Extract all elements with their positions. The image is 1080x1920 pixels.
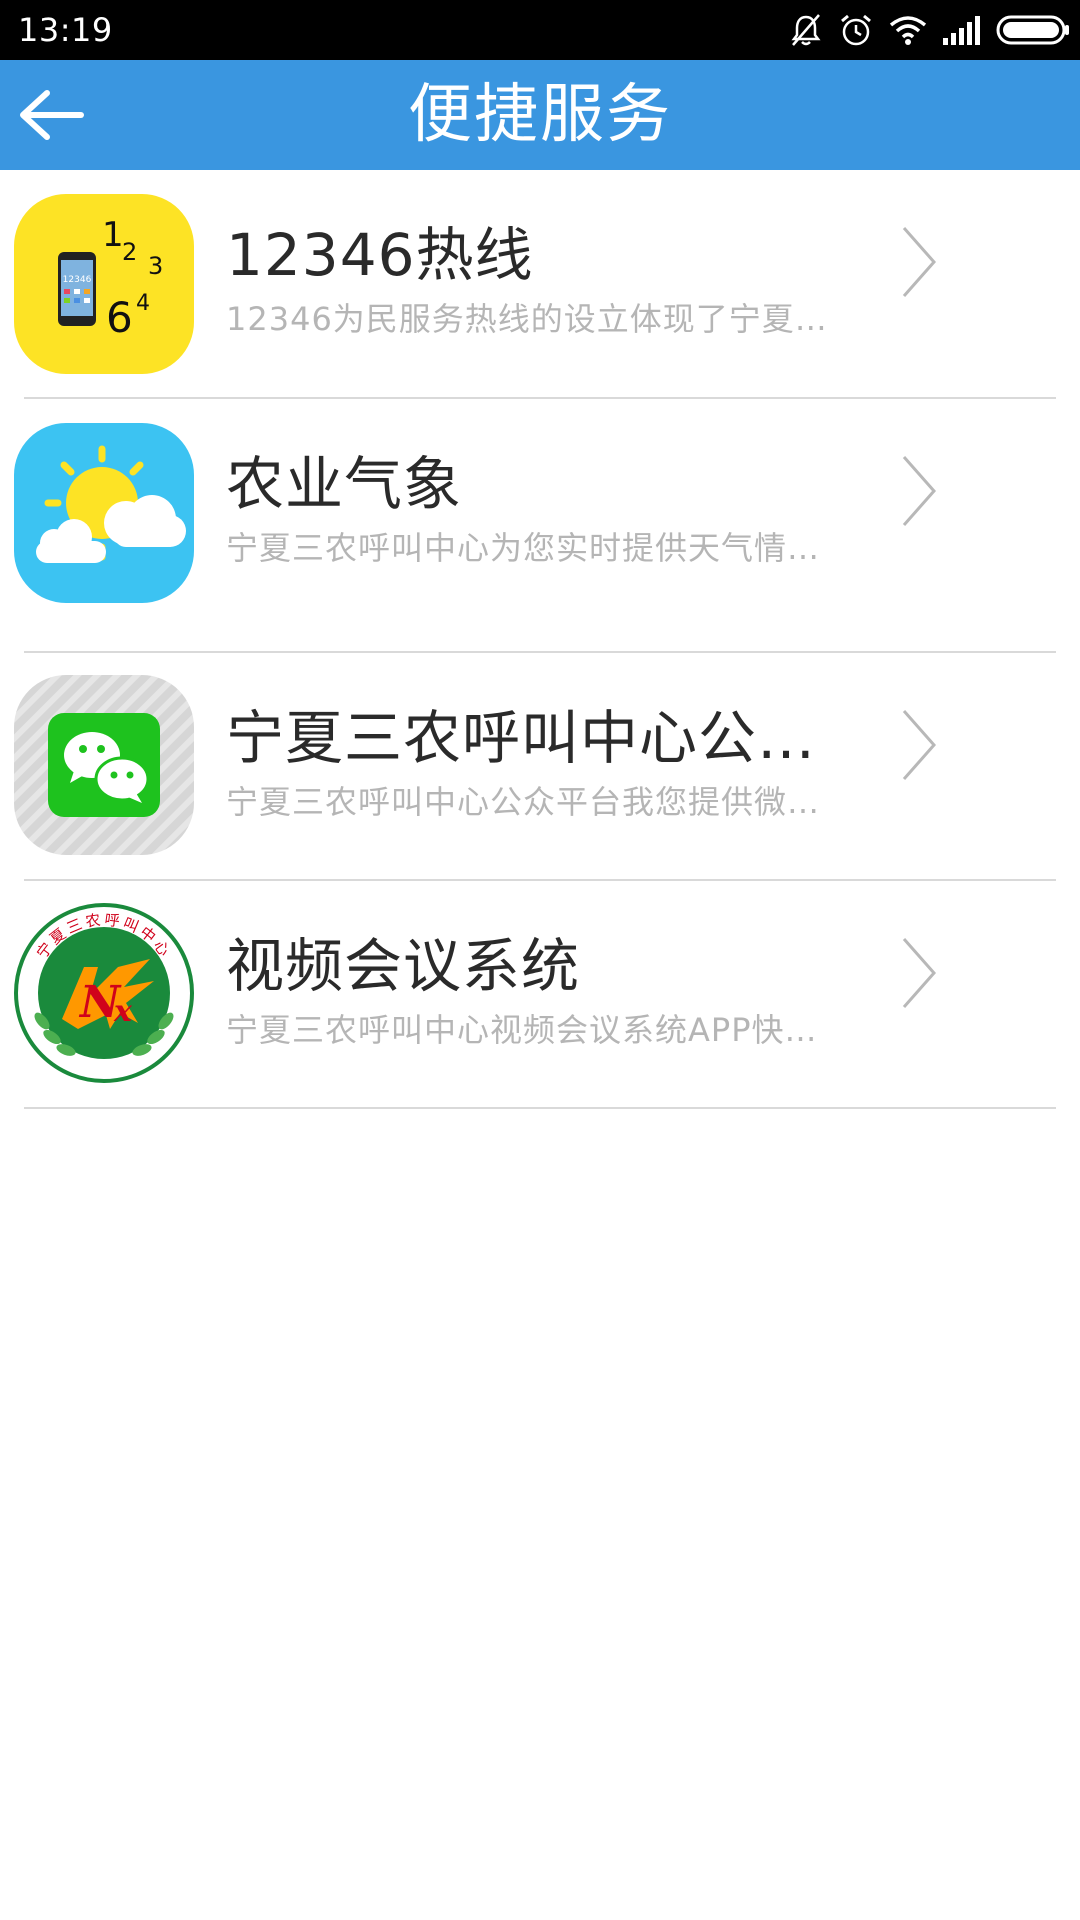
hotline-12346-icon: 12346 1 2 3 6 4 xyxy=(14,194,194,374)
list-item-hotline[interactable]: 12346 1 2 3 6 4 12346热线 12346为民服务热线的设立体现… xyxy=(0,170,1080,398)
svg-text:6: 6 xyxy=(106,293,133,342)
list-item-wechat-platform[interactable]: 宁夏三农呼叫中心公… 宁夏三农呼叫中心公众平台我您提供微… xyxy=(0,653,1080,881)
chevron-right-icon xyxy=(902,710,937,780)
signal-icon xyxy=(943,16,980,45)
notification-muted-icon xyxy=(791,14,821,46)
weather-icon xyxy=(14,423,194,603)
alarm-icon xyxy=(841,14,871,46)
chevron-right-icon xyxy=(902,938,937,1008)
divider xyxy=(24,1107,1056,1109)
item-title: 视频会议系统 xyxy=(226,932,581,1000)
item-description: 宁夏三农呼叫中心公众平台我您提供微… xyxy=(226,783,821,821)
page-title: 便捷服务 xyxy=(408,78,672,152)
item-description: 宁夏三农呼叫中心视频会议系统APP快… xyxy=(226,1011,818,1049)
back-button[interactable] xyxy=(0,60,100,170)
svg-text:12346: 12346 xyxy=(63,275,92,285)
nx-call-center-logo-icon: 宁夏三农呼叫中心 N x xyxy=(14,903,194,1083)
status-bar: 13:19 xyxy=(0,0,1080,60)
app-bar: 便捷服务 xyxy=(0,60,1080,170)
list-item-video-conference[interactable]: 宁夏三农呼叫中心 N x 视频会议系统 宁夏三农呼叫中心视频会议系统APP快… xyxy=(0,881,1080,1109)
svg-text:1: 1 xyxy=(102,215,124,255)
svg-text:3: 3 xyxy=(148,252,163,280)
svg-text:x: x xyxy=(113,994,133,1029)
back-arrow-icon xyxy=(20,90,84,140)
item-title: 12346热线 xyxy=(226,221,534,289)
item-title: 宁夏三农呼叫中心公… xyxy=(226,704,817,772)
chevron-right-icon xyxy=(902,227,937,297)
wechat-icon xyxy=(14,675,194,855)
item-description: 宁夏三农呼叫中心为您实时提供天气情… xyxy=(226,529,821,567)
chevron-right-icon xyxy=(902,456,937,526)
svg-text:2: 2 xyxy=(122,238,137,266)
item-description: 12346为民服务热线的设立体现了宁夏… xyxy=(226,300,828,338)
wifi-icon xyxy=(889,16,927,45)
item-title: 农业气象 xyxy=(226,450,463,518)
list-item-weather[interactable]: 农业气象 宁夏三农呼叫中心为您实时提供天气情… xyxy=(0,399,1080,628)
svg-text:4: 4 xyxy=(136,291,150,316)
battery-icon xyxy=(996,15,1069,45)
status-time: 13:19 xyxy=(18,11,113,49)
status-icons xyxy=(788,8,1070,52)
